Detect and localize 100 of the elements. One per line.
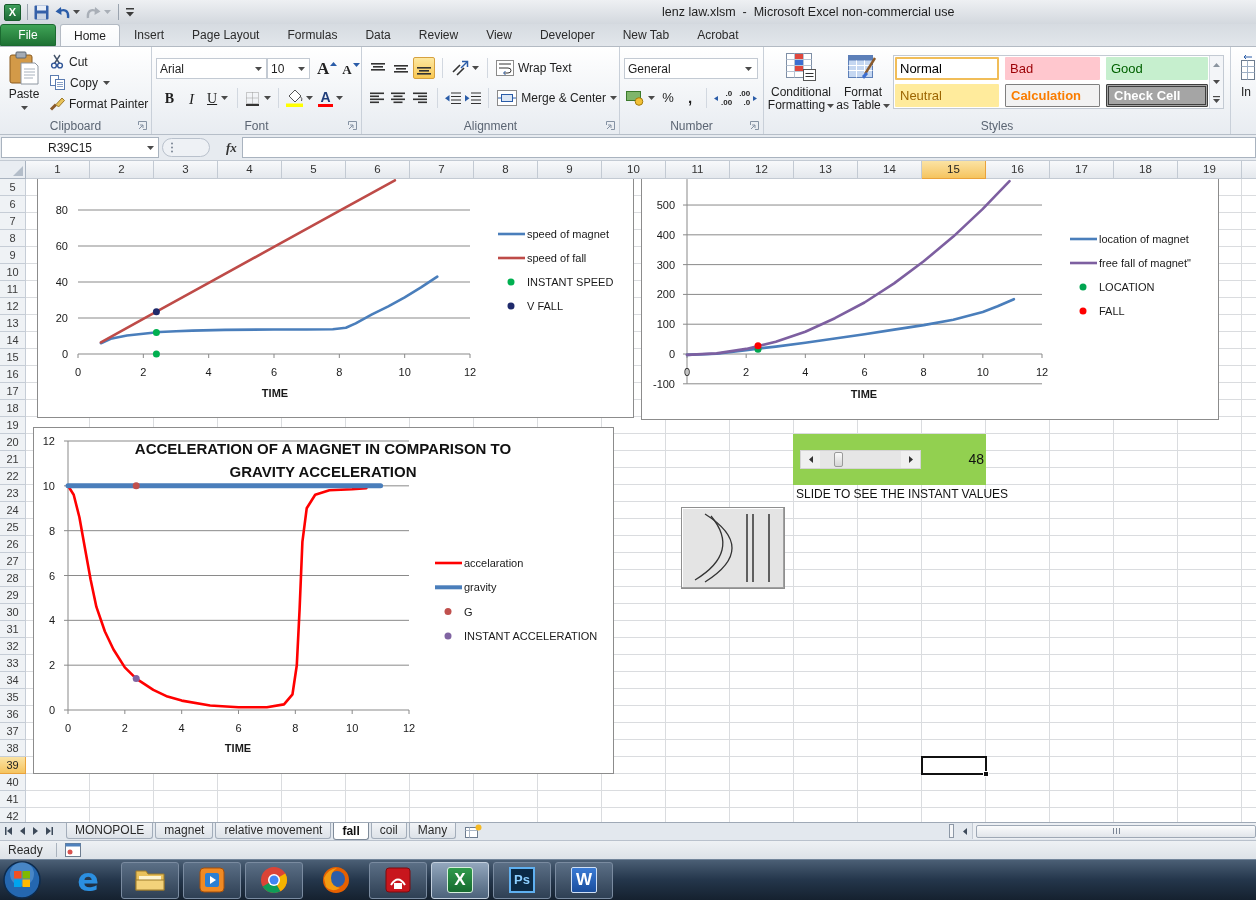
- row-header[interactable]: 20: [0, 434, 26, 451]
- conditional-formatting-button[interactable]: Conditional Formatting: [767, 52, 835, 112]
- sheet-tab[interactable]: magnet: [155, 823, 214, 839]
- column-header[interactable]: 17: [1050, 161, 1114, 179]
- row-header[interactable]: 22: [0, 468, 26, 485]
- shrink-font-button[interactable]: A: [341, 58, 361, 79]
- font-color-button[interactable]: A: [316, 87, 346, 109]
- cell-style-option[interactable]: Bad: [1005, 57, 1100, 80]
- dialog-launcher-icon[interactable]: [750, 121, 759, 130]
- row-header[interactable]: 11: [0, 281, 26, 298]
- app-logo[interactable]: X: [4, 3, 21, 21]
- orientation-icon[interactable]: [451, 60, 469, 76]
- customize-icon[interactable]: [126, 7, 134, 17]
- dialog-launcher-icon[interactable]: [606, 121, 615, 130]
- insert-sheet-icon[interactable]: [464, 824, 483, 838]
- row-header[interactable]: 21: [0, 451, 26, 468]
- undo-icon[interactable]: [55, 5, 70, 19]
- column-header[interactable]: 19: [1178, 161, 1242, 179]
- copy-button[interactable]: Copy: [48, 72, 150, 93]
- row-header[interactable]: 26: [0, 536, 26, 553]
- row-header[interactable]: 27: [0, 553, 26, 570]
- row-header[interactable]: 31: [0, 621, 26, 638]
- column-header[interactable]: 7: [410, 161, 474, 179]
- scrollbar-control[interactable]: [800, 450, 921, 469]
- row-header[interactable]: 32: [0, 638, 26, 655]
- ribbon-tab[interactable]: Data: [351, 24, 405, 46]
- row-header[interactable]: 8: [0, 230, 26, 247]
- row-header[interactable]: 5: [0, 179, 26, 196]
- start-button[interactable]: [3, 861, 41, 899]
- format-as-table-button[interactable]: Format as Table: [835, 52, 891, 112]
- row-header[interactable]: 9: [0, 247, 26, 264]
- number-format-field[interactable]: General: [624, 58, 758, 79]
- row-header[interactable]: 19: [0, 417, 26, 434]
- cut-button[interactable]: Cut: [48, 51, 150, 72]
- ribbon-tab[interactable]: Insert: [120, 24, 179, 46]
- last-sheet-icon[interactable]: [46, 827, 53, 835]
- grip-handle-icon[interactable]: [162, 138, 210, 157]
- merge-center-button[interactable]: Merge & Center: [495, 87, 619, 109]
- sheet-tab[interactable]: coil: [370, 823, 407, 839]
- underline-button[interactable]: U: [203, 87, 233, 109]
- comma-button[interactable]: ,: [679, 87, 701, 109]
- row-header[interactable]: 30: [0, 604, 26, 621]
- taskbar-button[interactable]: e: [59, 861, 117, 899]
- column-header[interactable]: 8: [474, 161, 538, 179]
- column-header[interactable]: 11: [666, 161, 730, 179]
- scroll-left-icon[interactable]: [963, 827, 967, 835]
- column-header[interactable]: 18: [1114, 161, 1178, 179]
- column-header[interactable]: 16: [986, 161, 1050, 179]
- increase-decimal-button[interactable]: .0 .00: [712, 87, 735, 109]
- macro-record-icon[interactable]: [64, 843, 81, 857]
- bold-button[interactable]: B: [159, 87, 180, 109]
- sheet-tab[interactable]: relative movement: [215, 823, 332, 839]
- row-header[interactable]: 41: [0, 791, 26, 808]
- money-icon[interactable]: [626, 90, 644, 106]
- ribbon-tab[interactable]: Developer: [525, 24, 609, 46]
- grow-font-button[interactable]: A: [316, 58, 339, 79]
- taskbar-button[interactable]: W: [555, 861, 613, 899]
- italic-button[interactable]: I: [181, 87, 202, 109]
- row-header[interactable]: 36: [0, 706, 26, 723]
- row-header[interactable]: 18: [0, 400, 26, 417]
- row-header[interactable]: 14: [0, 332, 26, 349]
- increase-indent-icon[interactable]: [464, 91, 481, 105]
- left-arrow-icon[interactable]: [808, 456, 813, 463]
- column-header[interactable]: 13: [794, 161, 858, 179]
- row-header[interactable]: 33: [0, 655, 26, 672]
- sheet-tab[interactable]: Many: [408, 823, 457, 839]
- row-header[interactable]: 25: [0, 519, 26, 536]
- dialog-launcher-icon[interactable]: [348, 121, 357, 130]
- taskbar-button[interactable]: [121, 861, 179, 899]
- selected-cell[interactable]: [921, 756, 987, 775]
- ribbon-tab[interactable]: Review: [404, 24, 473, 46]
- picture-button[interactable]: [681, 507, 785, 589]
- align-bottom-button[interactable]: [413, 57, 435, 79]
- formula-input[interactable]: [241, 137, 1256, 158]
- row-header[interactable]: 35: [0, 689, 26, 706]
- column-header[interactable]: 12: [730, 161, 794, 179]
- cell-style-option[interactable]: Neutral: [895, 84, 999, 107]
- name-box[interactable]: R39C15: [1, 137, 159, 158]
- cell-grid[interactable]: [26, 179, 1256, 822]
- right-arrow-icon[interactable]: [908, 456, 913, 463]
- decrease-decimal-button[interactable]: .00 .0: [737, 87, 760, 109]
- column-header[interactable]: 6: [346, 161, 410, 179]
- row-header[interactable]: 28: [0, 570, 26, 587]
- decrease-indent-icon[interactable]: [445, 91, 462, 105]
- save-icon[interactable]: [34, 4, 49, 20]
- row-header[interactable]: 12: [0, 298, 26, 315]
- insert-cells-button[interactable]: In: [1241, 54, 1256, 99]
- taskbar-button[interactable]: X: [431, 861, 489, 899]
- percent-button[interactable]: %: [657, 87, 679, 109]
- row-header[interactable]: 29: [0, 587, 26, 604]
- caret-icon[interactable]: [1213, 80, 1220, 84]
- column-header[interactable]: 1: [26, 161, 90, 179]
- first-sheet-icon[interactable]: [5, 827, 12, 835]
- taskbar-button[interactable]: Ps: [493, 861, 551, 899]
- fill-handle[interactable]: [983, 771, 989, 777]
- file-tab[interactable]: File: [0, 24, 56, 46]
- ribbon-tab[interactable]: Formulas: [273, 24, 352, 46]
- ribbon-tab[interactable]: Home: [60, 24, 120, 46]
- row-header[interactable]: 37: [0, 723, 26, 740]
- format-painter-button[interactable]: Format Painter: [48, 93, 150, 114]
